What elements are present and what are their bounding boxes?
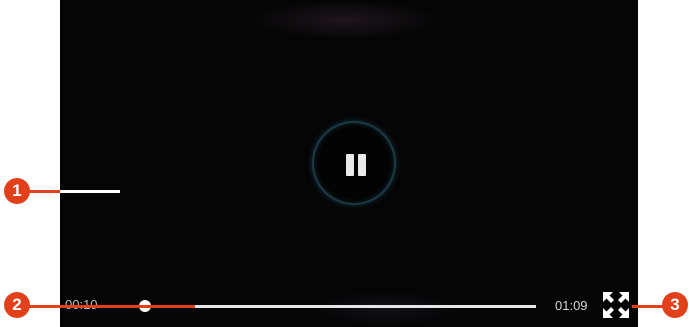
callout-3: 3 [662, 292, 688, 318]
callout-1-leader [28, 190, 60, 193]
callout-1: 1 [4, 178, 30, 204]
callout-2-leader [28, 305, 195, 308]
fullscreen-icon [603, 292, 629, 318]
callout-3-leader [632, 305, 664, 308]
total-time: 01:09 [555, 298, 588, 313]
video-frame-highlight [250, 0, 440, 40]
callout-1-leader-pointer [60, 190, 120, 193]
pause-button[interactable] [312, 121, 396, 205]
fullscreen-button[interactable] [602, 291, 630, 324]
callout-2: 2 [4, 292, 30, 318]
pause-icon [346, 154, 366, 176]
video-player[interactable]: 00:10 01:09 [60, 0, 638, 327]
video-frame-highlight [310, 290, 460, 327]
